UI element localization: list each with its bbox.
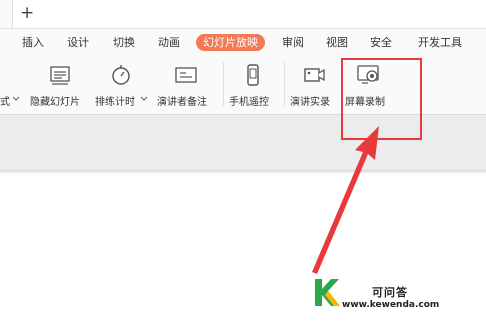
watermark-logo (315, 279, 340, 306)
watermark-title: 可问答 (372, 286, 408, 299)
watermark-url: www.kewenda.com (342, 300, 440, 310)
annotation-arrow (312, 126, 379, 274)
